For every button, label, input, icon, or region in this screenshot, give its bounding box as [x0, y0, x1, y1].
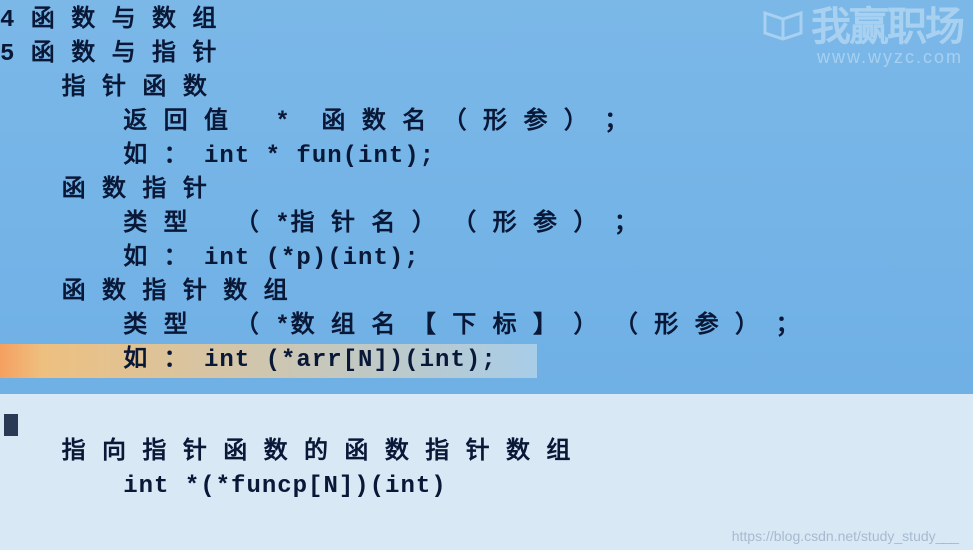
code-line-8: 如 ： int (*p)(int); [0, 242, 973, 276]
watermark-url: https://blog.csdn.net/study_study___ [732, 528, 959, 544]
code-line-11: 如 ： int (*arr[N])(int); [0, 344, 973, 378]
cursor-line [0, 402, 973, 436]
bottom-code-section: 指 向 指 针 函 数 的 函 数 指 针 数 组 int *(*funcp[N… [0, 394, 973, 550]
text-cursor [4, 414, 18, 436]
code-line-12: 指 向 指 针 函 数 的 函 数 指 针 数 组 [0, 436, 973, 470]
code-line-7: 类 型 （ *指 针 名 ） （ 形 参 ） ； [0, 208, 973, 242]
brand-text: 我赢职场 [811, 5, 963, 49]
top-code-section: 我赢职场 www.wyzc.com 4 函 数 与 数 组 5 函 数 与 指 … [0, 0, 973, 394]
code-line-9: 函 数 指 针 数 组 [0, 276, 973, 310]
watermark-brand: 我赢职场 www.wyzc.com [761, 0, 963, 68]
code-line-6: 函 数 指 针 [0, 174, 973, 208]
highlighted-line: 如 ： int (*arr[N])(int); [0, 344, 537, 378]
code-line-4: 返 回 值 * 函 数 名 （ 形 参 ） ； [0, 106, 973, 140]
code-line-5: 如 ： int * fun(int); [0, 140, 973, 174]
code-line-13: int *(*funcp[N])(int) [0, 470, 973, 504]
code-line-3: 指 针 函 数 [0, 72, 973, 106]
book-icon [761, 5, 805, 53]
code-line-10: 类 型 （ *数 组 名 【 下 标 】 ） （ 形 参 ） ； [0, 310, 973, 344]
